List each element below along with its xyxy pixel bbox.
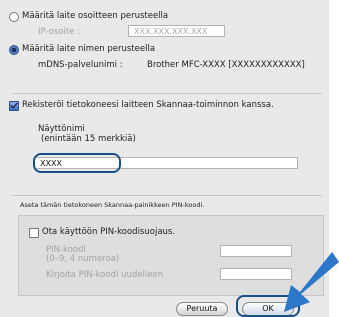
address-option-label: Määritä laite osoitteen perusteella bbox=[22, 11, 169, 21]
cancel-button[interactable]: Peruuta bbox=[176, 302, 228, 316]
pin-hint: (0–9, 4 numeroa) bbox=[46, 254, 120, 264]
pin-enable-label: Ota käyttöön PIN-koodisuojaus. bbox=[42, 227, 176, 237]
divider bbox=[12, 195, 322, 196]
pointer-arrow-icon bbox=[284, 252, 339, 312]
pin-enable-checkbox[interactable] bbox=[29, 228, 39, 238]
address-radio[interactable] bbox=[9, 12, 19, 22]
display-name-highlight bbox=[33, 153, 121, 173]
display-name-label: Näyttönimi bbox=[38, 124, 85, 134]
ip-address-field[interactable]: XXX.XXX.XXX.XXX bbox=[128, 25, 225, 37]
ip-address-label: IP-osoite : bbox=[38, 27, 80, 37]
register-label: Rekisteröi tietokoneesi laitteen Skannaa… bbox=[22, 100, 274, 110]
name-option-label: Määritä laite nimen perusteella bbox=[22, 44, 156, 54]
pin-retype-label: Kirjoita PIN-koodi uudelleen bbox=[46, 270, 164, 280]
mdns-label: mDNS-palvelunimi : bbox=[38, 60, 123, 70]
register-checkbox[interactable] bbox=[9, 101, 19, 111]
pin-section-label: Aseta tämän tietokoneen Skannaa-painikke… bbox=[20, 201, 205, 209]
name-radio[interactable] bbox=[9, 45, 19, 55]
display-name-hint: (enintään 15 merkkiä) bbox=[41, 134, 136, 144]
divider bbox=[12, 93, 322, 94]
mdns-value: Brother MFC-XXXX [XXXXXXXXXXXX] bbox=[147, 60, 305, 70]
